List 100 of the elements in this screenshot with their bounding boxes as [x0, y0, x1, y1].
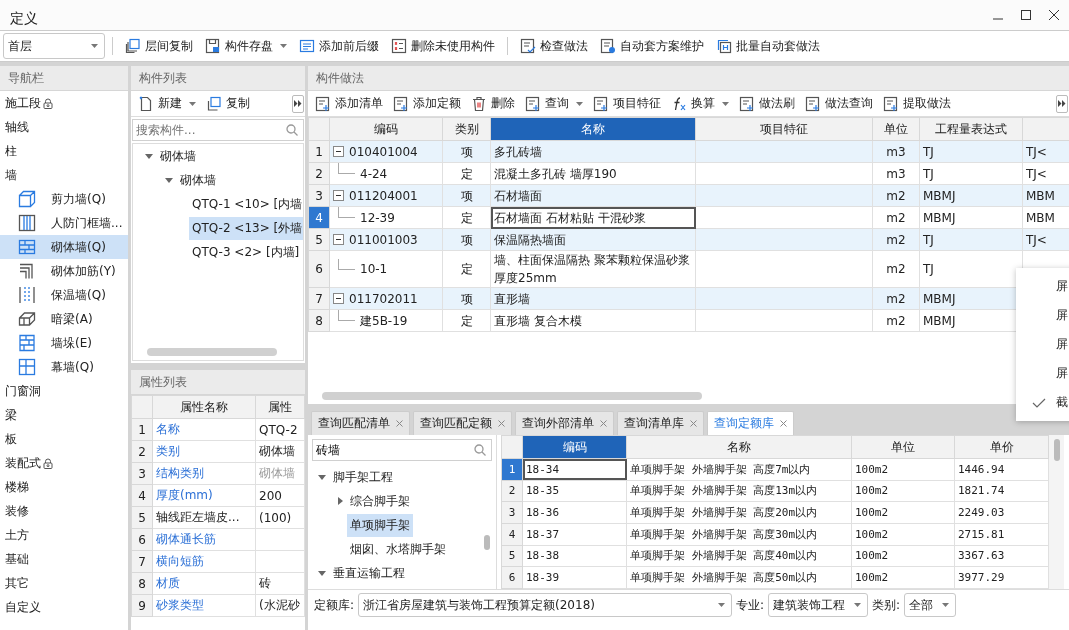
nav-item[interactable]: 楼梯: [0, 475, 128, 499]
tab[interactable]: 查询定额库: [707, 411, 794, 435]
collapse-icon[interactable]: [333, 234, 344, 245]
nav-item[interactable]: 其它: [0, 571, 128, 595]
nav-item[interactable]: 保温墙(Q): [0, 283, 128, 307]
nav-item[interactable]: 幕墙(Q): [0, 355, 128, 379]
toolbar-button[interactable]: 删除: [466, 93, 520, 114]
toolbar-button[interactable]: 检查做法: [515, 35, 593, 57]
nav-item[interactable]: 门窗洞: [0, 379, 128, 403]
expanded-triangle-icon[interactable]: [145, 153, 153, 159]
tree-item[interactable]: QTQ-2 <13> [外墙: [189, 216, 303, 240]
nav-item[interactable]: 砌体加筋(Y): [0, 259, 128, 283]
scrollbar[interactable]: [147, 348, 277, 356]
table-cell[interactable]: 石材墙面 石材粘贴 干混砂浆: [490, 206, 696, 229]
collapse-icon[interactable]: [333, 190, 344, 201]
toolbar-button[interactable]: 批量自动套做法: [711, 35, 825, 57]
close-icon[interactable]: [396, 420, 403, 427]
menu-item[interactable]: 截: [1016, 388, 1069, 417]
tree-item[interactable]: 砌体墙: [177, 168, 219, 192]
toolbar-button[interactable]: 提取做法: [878, 93, 956, 114]
property-value[interactable]: (100): [255, 506, 305, 529]
table-cell[interactable]: 18-38: [522, 545, 627, 567]
table-cell[interactable]: 多孔砖墙: [490, 140, 696, 163]
tab[interactable]: 查询匹配定额: [413, 411, 512, 435]
toolbar-button[interactable]: 添加前后缀: [294, 35, 384, 57]
table-cell[interactable]: 18-34: [522, 458, 627, 481]
nav-item[interactable]: 砌体墙(Q): [0, 235, 128, 259]
collapsed-triangle-icon[interactable]: [338, 497, 343, 505]
toolbar-button[interactable]: 添加定额: [388, 93, 466, 114]
expanded-triangle-icon[interactable]: [318, 570, 326, 576]
toolbar-button[interactable]: 构件存盘: [200, 35, 292, 57]
column-header[interactable]: 类别: [442, 117, 491, 141]
toolbar-button[interactable]: 层间复制: [120, 35, 198, 57]
scrollbar[interactable]: [484, 535, 490, 550]
scrollbar[interactable]: [322, 392, 702, 400]
nav-item[interactable]: 墙垛(E): [0, 331, 128, 355]
tab[interactable]: 查询清单库: [617, 411, 704, 435]
nav-item[interactable]: 装修: [0, 499, 128, 523]
specialty-select[interactable]: 建筑装饰工程: [768, 593, 869, 617]
nav-item[interactable]: 装配式: [0, 451, 128, 475]
tree-item[interactable]: 砌体墙: [157, 144, 199, 168]
column-header[interactable]: 属性名称: [152, 395, 256, 419]
nav-item[interactable]: 墙: [0, 163, 128, 187]
column-header[interactable]: 单位: [851, 435, 955, 459]
toolbar-button[interactable]: 复制: [201, 93, 255, 114]
nav-item[interactable]: 轴线: [0, 115, 128, 139]
property-value[interactable]: 200: [255, 484, 305, 507]
tree-item[interactable]: QTQ-3 <2> [内墙]: [189, 240, 303, 264]
nav-item[interactable]: 梁: [0, 403, 128, 427]
toolbar-button[interactable]: 查询: [520, 93, 588, 114]
floor-select[interactable]: 首层: [3, 33, 105, 59]
search-field[interactable]: 砖墙: [312, 439, 492, 461]
close-icon[interactable]: [600, 420, 607, 427]
column-header[interactable]: 单价: [954, 435, 1049, 459]
column-header[interactable]: 单位: [872, 117, 920, 141]
tree-item[interactable]: 烟囱、水塔脚手架: [347, 537, 449, 561]
collapse-icon[interactable]: [333, 146, 344, 157]
table-cell[interactable]: 18-37: [522, 523, 627, 546]
table-cell[interactable]: 18-39: [522, 566, 627, 589]
property-value[interactable]: 砌体墙: [255, 440, 305, 463]
toolbar-button[interactable]: 新建: [133, 93, 201, 114]
table-cell[interactable]: 直形墙 复合木模: [490, 309, 696, 332]
close-icon[interactable]: [498, 420, 505, 427]
nav-item[interactable]: 柱: [0, 139, 128, 163]
tab[interactable]: 查询匹配清单: [311, 411, 410, 435]
column-header[interactable]: 项目特征: [695, 117, 873, 141]
nav-item[interactable]: 暗梁(A): [0, 307, 128, 331]
toolbar-button[interactable]: 删除未使用构件: [386, 35, 500, 57]
tree-item[interactable]: 垂直运输工程: [330, 561, 408, 585]
nav-item[interactable]: 剪力墙(Q): [0, 187, 128, 211]
menu-item[interactable]: 屏: [1016, 359, 1069, 388]
collapse-icon[interactable]: [333, 293, 344, 304]
scrollbar[interactable]: [1053, 439, 1060, 461]
nav-item[interactable]: 基础: [0, 547, 128, 571]
close-icon[interactable]: [690, 420, 697, 427]
column-header[interactable]: 编码: [329, 117, 443, 141]
library-select[interactable]: 浙江省房屋建筑与装饰工程预算定额(2018): [358, 593, 733, 617]
tree-item[interactable]: 综合脚手架: [347, 489, 413, 513]
table-cell[interactable]: 保温隔热墙面: [490, 228, 696, 251]
nav-item[interactable]: 土方: [0, 523, 128, 547]
menu-item[interactable]: 屏: [1016, 330, 1069, 359]
table-cell[interactable]: 18-35: [522, 480, 627, 502]
close-icon[interactable]: [780, 420, 787, 427]
tree-item[interactable]: 脚手架工程: [330, 465, 396, 489]
search-field[interactable]: 搜索构件...: [132, 119, 304, 141]
toolbar-button[interactable]: 自动套方案维护: [595, 35, 709, 57]
table-cell[interactable]: 混凝土多孔砖 墙厚190: [490, 162, 696, 185]
expanded-triangle-icon[interactable]: [318, 474, 326, 480]
column-header[interactable]: 编码: [522, 435, 627, 459]
column-header[interactable]: 名称: [490, 117, 696, 141]
table-cell[interactable]: 18-36: [522, 501, 627, 524]
tree-item[interactable]: QTQ-1 <10> [内墙: [189, 192, 303, 216]
toolbar-button[interactable]: 添加清单: [310, 93, 388, 114]
toolbar-button[interactable]: 做法查询: [800, 93, 878, 114]
table-cell[interactable]: 直形墙: [490, 287, 696, 310]
tree-item[interactable]: 单项脚手架: [347, 513, 413, 537]
property-value[interactable]: 砖: [255, 572, 305, 595]
nav-item[interactable]: 自定义: [0, 595, 128, 619]
tab[interactable]: 查询外部清单: [515, 411, 614, 435]
column-header[interactable]: 属性: [255, 395, 305, 419]
